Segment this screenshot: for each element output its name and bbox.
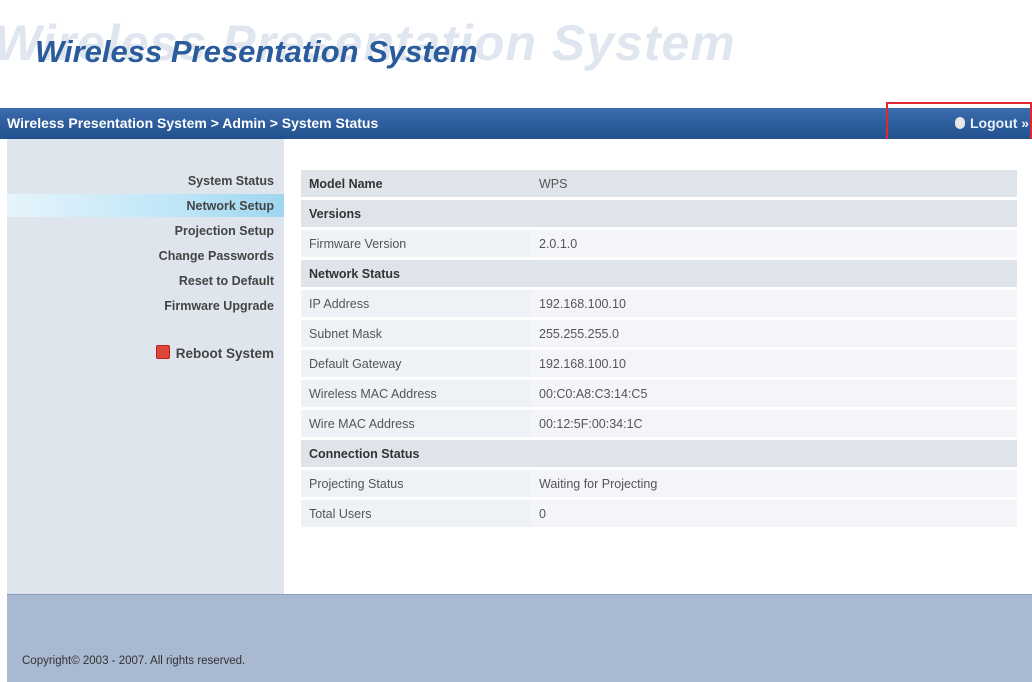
model-name-label: Model Name: [301, 170, 531, 197]
logout-button[interactable]: Logout »: [955, 115, 1029, 131]
wireless-mac-label: Wireless MAC Address: [301, 380, 531, 407]
subnet-mask-value: 255.255.255.0: [531, 320, 1017, 347]
wireless-mac-value: 00:C0:A8:C3:14:C5: [531, 380, 1017, 407]
ip-address-label: IP Address: [301, 290, 531, 317]
sidebar: System Status Network Setup Projection S…: [7, 139, 284, 594]
network-status-header: Network Status: [301, 260, 1017, 287]
table-row: Model Name WPS: [301, 170, 1017, 197]
copyright-text: Copyright© 2003 - 2007. All rights reser…: [22, 655, 246, 667]
sidebar-item-change-passwords[interactable]: Change Passwords: [159, 249, 274, 263]
status-table: Model Name WPS Versions Firmware Version…: [301, 167, 1017, 530]
table-section: Versions: [301, 200, 1017, 227]
sidebar-item-firmware-upgrade[interactable]: Firmware Upgrade: [164, 299, 274, 313]
wire-mac-label: Wire MAC Address: [301, 410, 531, 437]
connection-status-header: Connection Status: [301, 440, 1017, 467]
table-row: Wireless MAC Address 00:C0:A8:C3:14:C5: [301, 380, 1017, 407]
app-title: Wireless Presentation System: [35, 34, 478, 69]
power-icon: [155, 345, 170, 359]
versions-header: Versions: [301, 200, 1017, 227]
total-users-label: Total Users: [301, 500, 531, 527]
model-name-value: WPS: [531, 170, 1017, 197]
user-icon: [955, 117, 965, 129]
table-row: Firmware Version 2.0.1.0: [301, 230, 1017, 257]
reboot-label: Reboot System: [175, 346, 274, 361]
table-row: Subnet Mask 255.255.255.0: [301, 320, 1017, 347]
subnet-mask-label: Subnet Mask: [301, 320, 531, 347]
table-section: Network Status: [301, 260, 1017, 287]
ip-address-value: 192.168.100.10: [531, 290, 1017, 317]
table-row: Default Gateway 192.168.100.10: [301, 350, 1017, 377]
page-header: Wireless Presentation System Wireless Pr…: [0, 0, 1032, 108]
firmware-version-label: Firmware Version: [301, 230, 531, 257]
logout-label: Logout »: [970, 115, 1030, 131]
total-users-value: 0: [531, 500, 1017, 527]
sidebar-item-system-status[interactable]: System Status: [188, 174, 274, 188]
table-row: Projecting Status Waiting for Projecting: [301, 470, 1017, 497]
sidebar-item-projection-setup[interactable]: Projection Setup: [175, 224, 274, 238]
page-footer: Copyright© 2003 - 2007. All rights reser…: [7, 594, 1032, 682]
breadcrumb: Wireless Presentation System > Admin > S…: [7, 115, 379, 131]
table-row: IP Address 192.168.100.10: [301, 290, 1017, 317]
navigation-bar: Wireless Presentation System > Admin > S…: [0, 108, 1032, 139]
sidebar-item-network-setup[interactable]: Network Setup: [186, 199, 274, 213]
table-row: Total Users 0: [301, 500, 1017, 527]
projecting-status-label: Projecting Status: [301, 470, 531, 497]
default-gateway-value: 192.168.100.10: [531, 350, 1017, 377]
projecting-status-value: Waiting for Projecting: [531, 470, 1017, 497]
main-content: Model Name WPS Versions Firmware Version…: [284, 139, 1032, 594]
firmware-version-value: 2.0.1.0: [531, 230, 1017, 257]
table-section: Connection Status: [301, 440, 1017, 467]
wire-mac-value: 00:12:5F:00:34:1C: [531, 410, 1017, 437]
table-row: Wire MAC Address 00:12:5F:00:34:1C: [301, 410, 1017, 437]
reboot-system-button[interactable]: Reboot System: [155, 345, 274, 361]
sidebar-item-reset-to-default[interactable]: Reset to Default: [179, 274, 274, 288]
default-gateway-label: Default Gateway: [301, 350, 531, 377]
